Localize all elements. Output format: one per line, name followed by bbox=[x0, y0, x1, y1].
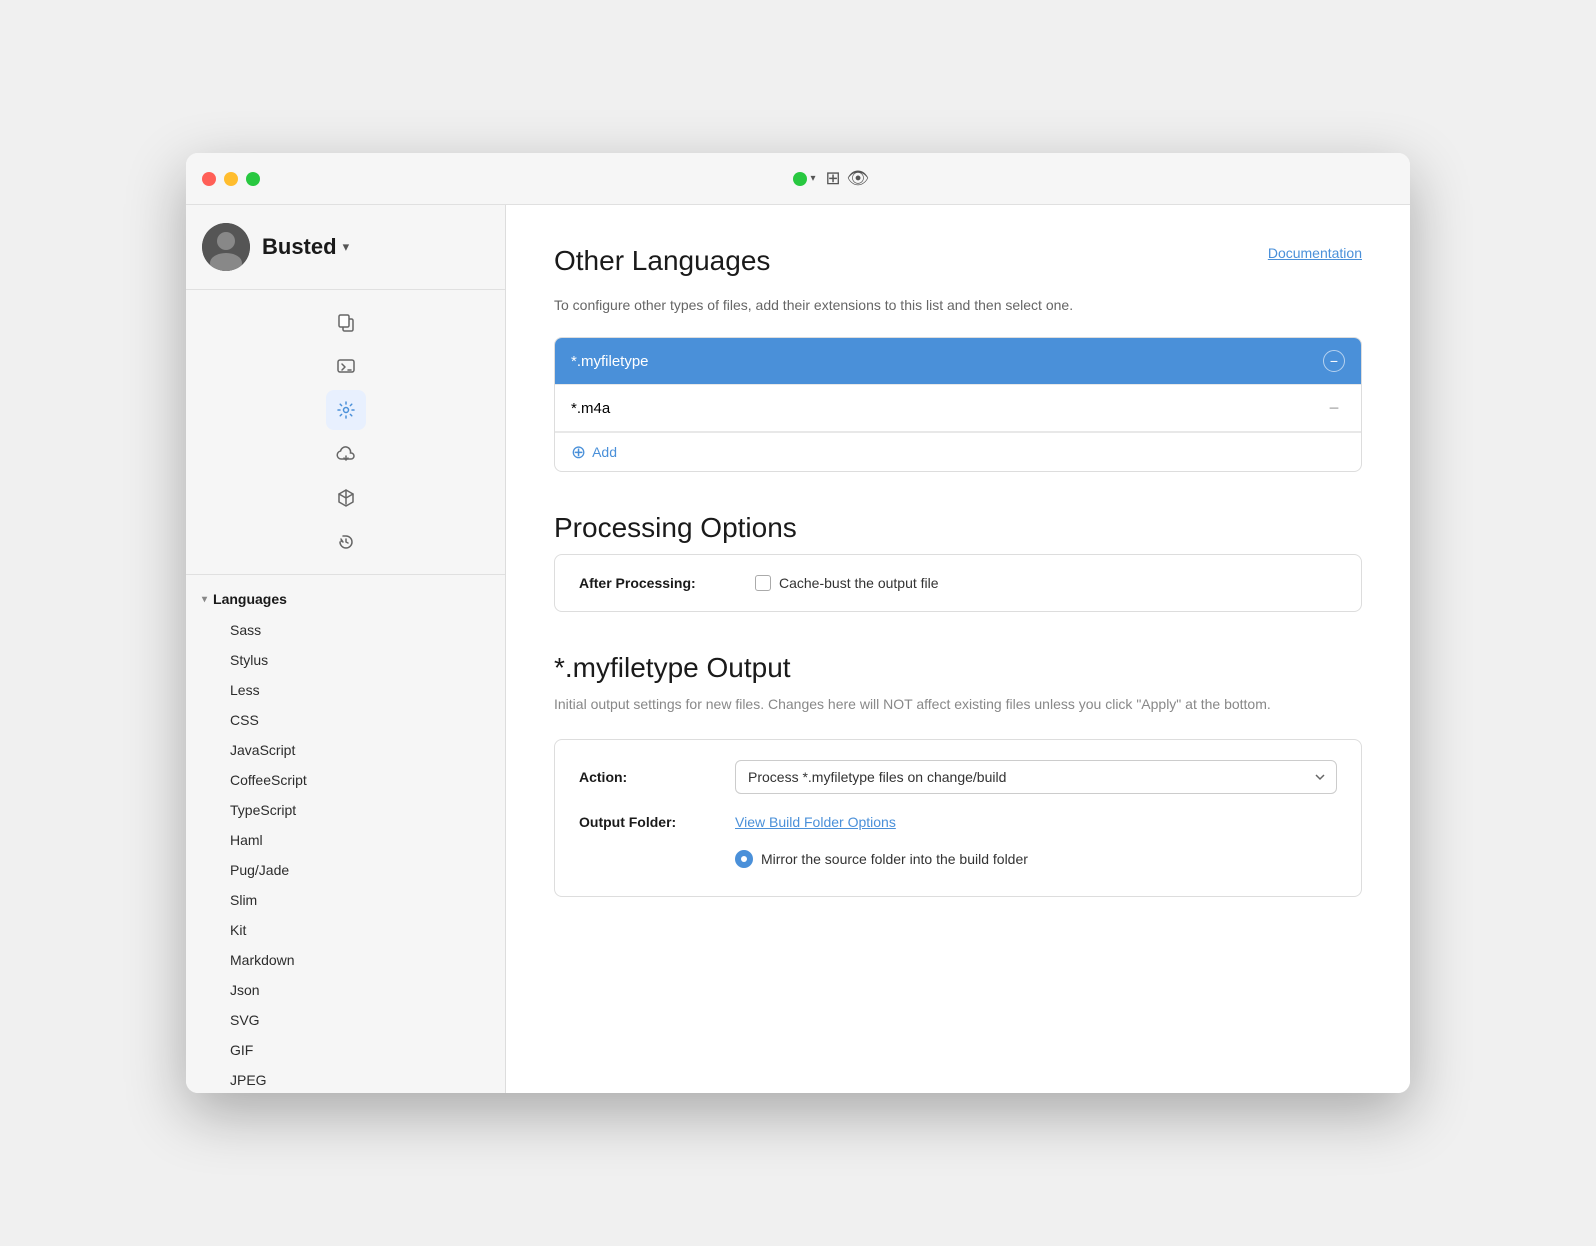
run-chevron-icon: ▾ bbox=[811, 173, 816, 184]
history-icon-btn[interactable] bbox=[326, 522, 366, 562]
output-folder-label: Output Folder: bbox=[579, 814, 719, 830]
avatar-placeholder bbox=[202, 223, 250, 271]
languages-section-header[interactable]: ▾ Languages bbox=[186, 583, 505, 615]
filetype-label-myfiletype: *.myfiletype bbox=[571, 353, 649, 370]
mirror-radio-button[interactable] bbox=[735, 850, 753, 868]
sidebar-icon-buttons bbox=[186, 290, 505, 575]
filetype-label-m4a: *.m4a bbox=[571, 400, 610, 417]
terminal-icon-btn[interactable] bbox=[326, 346, 366, 386]
nav-item-markdown[interactable]: Markdown bbox=[194, 945, 497, 975]
nav-item-pug[interactable]: Pug/Jade bbox=[194, 855, 497, 885]
view-build-folder-link[interactable]: View Build Folder Options bbox=[735, 814, 896, 830]
run-dot bbox=[793, 172, 807, 186]
cache-bust-checkbox[interactable] bbox=[755, 575, 771, 591]
languages-chevron-icon: ▾ bbox=[202, 594, 207, 605]
nav-item-haml[interactable]: Haml bbox=[194, 825, 497, 855]
languages-section-label: Languages bbox=[213, 591, 287, 607]
output-section: *.myfiletype Output Initial output setti… bbox=[554, 652, 1362, 897]
copy-icon-btn[interactable] bbox=[326, 302, 366, 342]
other-languages-subtitle: To configure other types of files, add t… bbox=[554, 297, 1362, 313]
action-row: Action: Process *.myfiletype files on ch… bbox=[579, 760, 1337, 794]
monitor-icon[interactable]: ⊞ bbox=[826, 168, 841, 189]
close-button[interactable] bbox=[202, 172, 216, 186]
output-title: *.myfiletype Output bbox=[554, 652, 1362, 684]
cache-bust-option[interactable]: Cache-bust the output file bbox=[755, 575, 939, 591]
content-wrapper: Busted ▾ bbox=[186, 205, 1410, 1093]
nav-item-less[interactable]: Less bbox=[194, 675, 497, 705]
app-name: Busted bbox=[262, 234, 337, 260]
nav-item-jpeg[interactable]: JPEG bbox=[194, 1065, 497, 1093]
mirror-radio-row: Mirror the source folder into the build … bbox=[579, 850, 1337, 876]
processing-options-section: Processing Options After Processing: Cac… bbox=[554, 512, 1362, 612]
sidebar: Busted ▾ bbox=[186, 205, 506, 1093]
documentation-link[interactable]: Documentation bbox=[1268, 245, 1362, 261]
nav-item-svg[interactable]: SVG bbox=[194, 1005, 497, 1035]
processing-options-title: Processing Options bbox=[554, 512, 1362, 544]
other-languages-section: Other Languages Documentation To configu… bbox=[554, 245, 1362, 472]
nav-item-stylus[interactable]: Stylus bbox=[194, 645, 497, 675]
filetype-list: *.myfiletype − *.m4a − ⊕ Add bbox=[554, 337, 1362, 472]
titlebar: ▾ ⊞ 👁 bbox=[186, 153, 1410, 205]
nav-item-slim[interactable]: Slim bbox=[194, 885, 497, 915]
box-icon-btn[interactable] bbox=[326, 478, 366, 518]
app-name-wrapper[interactable]: Busted ▾ bbox=[262, 234, 349, 260]
nav-item-css[interactable]: CSS bbox=[194, 705, 497, 735]
avatar bbox=[202, 223, 250, 271]
after-processing-row: After Processing: Cache-bust the output … bbox=[579, 575, 1337, 591]
action-label: Action: bbox=[579, 769, 719, 785]
nav-item-javascript[interactable]: JavaScript bbox=[194, 735, 497, 765]
mirror-radio-label: Mirror the source folder into the build … bbox=[761, 851, 1028, 867]
add-icon: ⊕ bbox=[571, 443, 586, 461]
app-chevron-icon: ▾ bbox=[343, 239, 350, 255]
add-filetype-row[interactable]: ⊕ Add bbox=[555, 432, 1361, 471]
filetype-item-myfiletype[interactable]: *.myfiletype − bbox=[555, 338, 1361, 385]
processing-options-box: After Processing: Cache-bust the output … bbox=[554, 554, 1362, 612]
output-box: Action: Process *.myfiletype files on ch… bbox=[554, 739, 1362, 897]
other-languages-title: Other Languages bbox=[554, 245, 770, 277]
maximize-button[interactable] bbox=[246, 172, 260, 186]
run-indicator[interactable]: ▾ bbox=[793, 172, 816, 186]
remove-myfiletype-button[interactable]: − bbox=[1323, 350, 1345, 372]
sidebar-nav: ▾ Languages Sass Stylus Less CSS JavaScr… bbox=[186, 575, 505, 1093]
main-window: ▾ ⊞ 👁 bbox=[186, 153, 1410, 1093]
action-select[interactable]: Process *.myfiletype files on change/bui… bbox=[735, 760, 1337, 794]
add-label: Add bbox=[592, 444, 617, 460]
output-folder-row: Output Folder: View Build Folder Options bbox=[579, 814, 1337, 830]
nav-item-coffeescript[interactable]: CoffeeScript bbox=[194, 765, 497, 795]
remove-m4a-button[interactable]: − bbox=[1323, 397, 1345, 419]
filetype-item-m4a[interactable]: *.m4a − bbox=[555, 385, 1361, 432]
sidebar-header: Busted ▾ bbox=[186, 205, 505, 290]
eye-icon[interactable]: 👁 bbox=[847, 168, 870, 189]
toolbar-icons: ⊞ 👁 bbox=[826, 168, 870, 189]
mirror-radio-option[interactable]: Mirror the source folder into the build … bbox=[735, 850, 1028, 868]
nav-item-sass[interactable]: Sass bbox=[194, 615, 497, 645]
nav-item-kit[interactable]: Kit bbox=[194, 915, 497, 945]
section-header-row: Other Languages Documentation bbox=[554, 245, 1362, 287]
cloud-icon-btn[interactable] bbox=[326, 434, 366, 474]
settings-icon-btn[interactable] bbox=[326, 390, 366, 430]
after-processing-label: After Processing: bbox=[579, 575, 739, 591]
minimize-button[interactable] bbox=[224, 172, 238, 186]
nav-item-gif[interactable]: GIF bbox=[194, 1035, 497, 1065]
cache-bust-label: Cache-bust the output file bbox=[779, 575, 939, 591]
main-content: Other Languages Documentation To configu… bbox=[506, 205, 1410, 1093]
titlebar-center: ▾ ⊞ 👁 bbox=[268, 168, 1394, 189]
nav-item-typescript[interactable]: TypeScript bbox=[194, 795, 497, 825]
nav-item-json[interactable]: Json bbox=[194, 975, 497, 1005]
output-description: Initial output settings for new files. C… bbox=[554, 694, 1362, 715]
radio-dot-inner bbox=[741, 856, 747, 862]
